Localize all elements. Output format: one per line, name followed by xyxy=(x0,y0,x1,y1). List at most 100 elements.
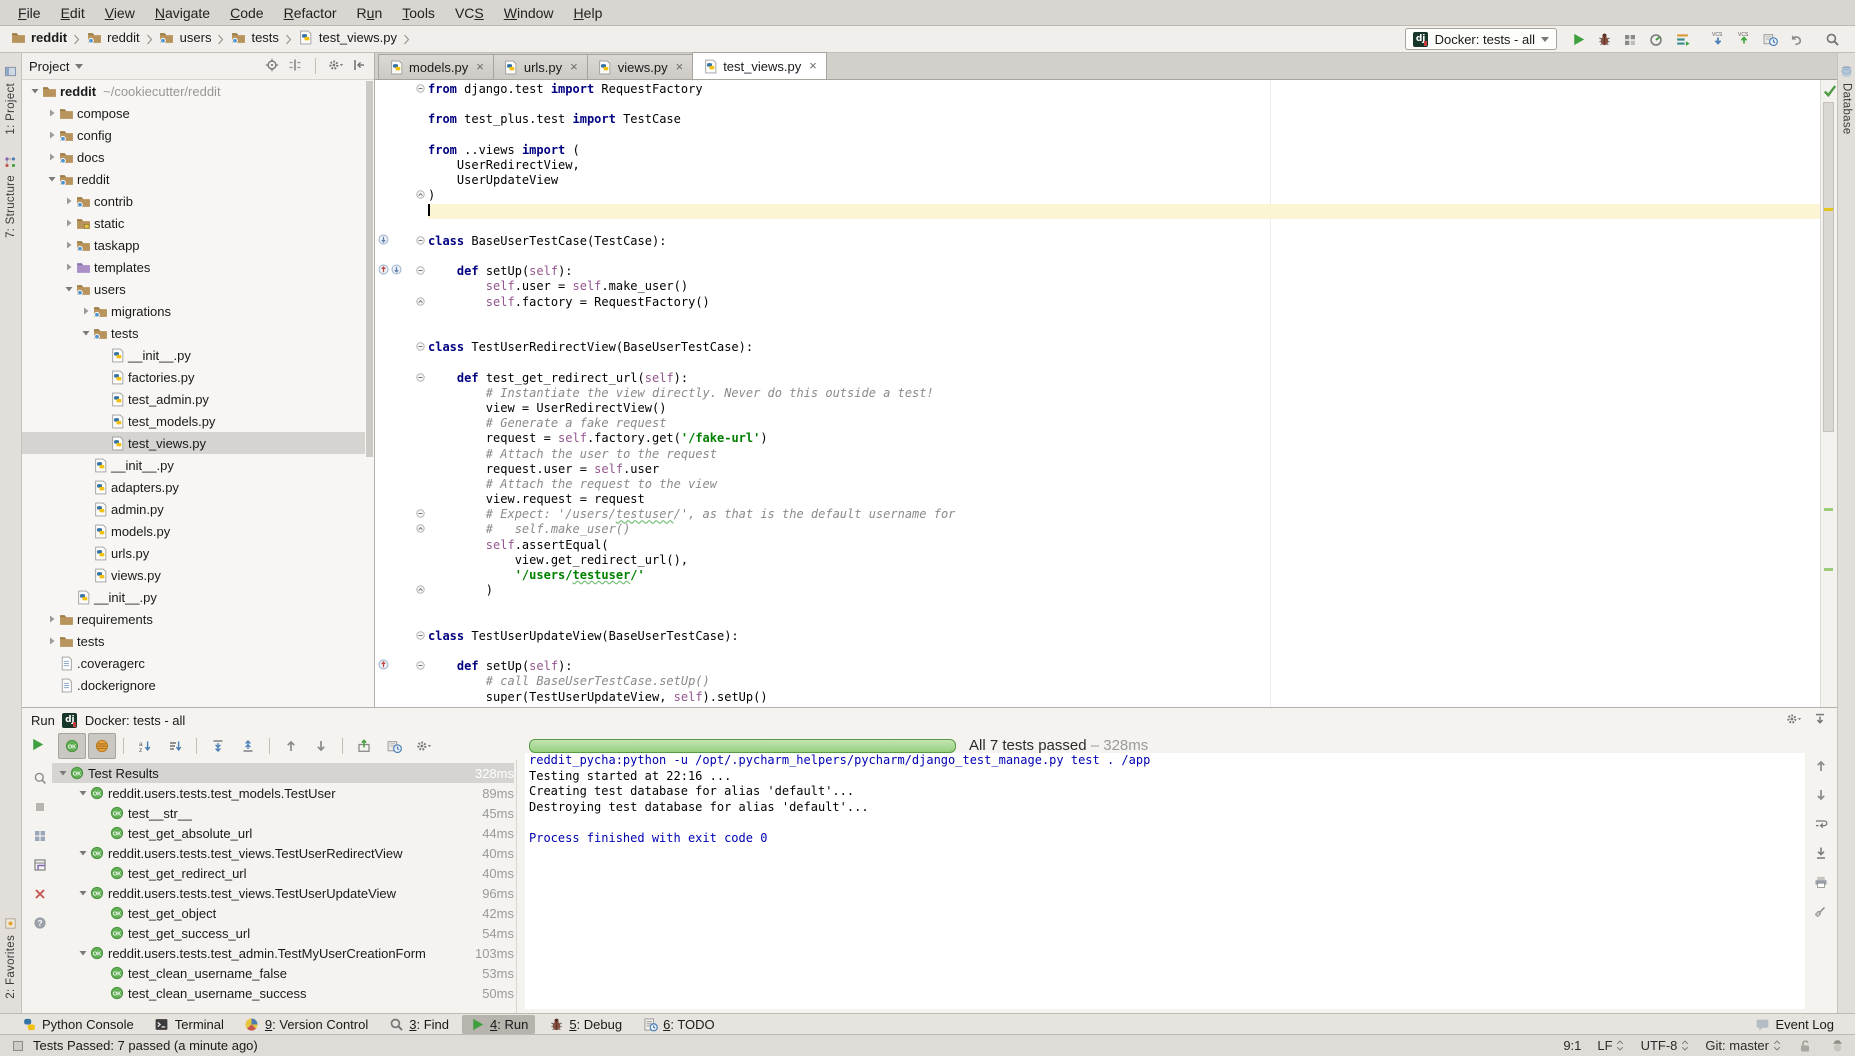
collapse-arrow-icon[interactable] xyxy=(79,328,93,338)
code-line[interactable]: UserRedirectView, xyxy=(375,158,1821,173)
fold-open-icon[interactable] xyxy=(416,629,425,644)
fold-open-icon[interactable] xyxy=(416,264,425,279)
code-line[interactable]: self.assertEqual( xyxy=(375,538,1821,553)
console-output[interactable]: reddit_pycha:python -u /opt/.pycharm_hel… xyxy=(525,753,1805,1009)
menu-window[interactable]: Window xyxy=(494,5,564,21)
code-line[interactable] xyxy=(375,97,1821,112)
tool-button-7-structure[interactable]: 7: Structure xyxy=(3,155,19,238)
expand-arrow-icon[interactable] xyxy=(79,306,93,316)
code-line[interactable] xyxy=(375,325,1821,340)
hide-panel-button[interactable] xyxy=(1812,711,1828,729)
overrides-icon[interactable] xyxy=(378,264,389,279)
test-row-test-get-absolute-url[interactable]: OKtest_get_absolute_url44ms xyxy=(52,823,514,843)
tool-button-2-favorites[interactable]: 2: Favorites xyxy=(3,915,19,999)
tree-item-init-py[interactable]: __init__.py xyxy=(22,586,365,608)
collapse-arrow-icon[interactable] xyxy=(56,768,70,778)
previous-occurrence-button[interactable] xyxy=(1813,758,1829,778)
code-line[interactable]: # Instantiate the view directly. Never d… xyxy=(375,386,1821,401)
run-button[interactable] xyxy=(1565,28,1591,50)
tool-button-1-project[interactable]: 1: Project xyxy=(3,63,19,135)
tree-item-test-models-py[interactable]: test_models.py xyxy=(22,410,365,432)
project-scrollbar[interactable] xyxy=(366,81,373,457)
divider[interactable] xyxy=(516,760,517,1013)
editor-scrollbar[interactable] xyxy=(1820,80,1837,707)
tab-urls-py[interactable]: urls.py× xyxy=(493,54,588,79)
tree-item-factories-py[interactable]: factories.py xyxy=(22,366,365,388)
hide-panel-button[interactable] xyxy=(351,57,367,75)
tree-item-requirements[interactable]: requirements xyxy=(22,608,365,630)
code-line[interactable] xyxy=(375,310,1821,325)
breadcrumb-reddit[interactable]: reddit xyxy=(10,30,67,46)
tree-item-reddit[interactable]: reddit xyxy=(22,168,365,190)
fold-open-icon[interactable] xyxy=(416,82,425,97)
code-line[interactable]: ) xyxy=(375,188,1821,203)
test-row-test-clean-username-success[interactable]: OKtest_clean_username_success50ms xyxy=(52,983,514,1003)
status-lf[interactable]: LF xyxy=(1597,1038,1624,1054)
fold-open-icon[interactable] xyxy=(416,507,425,522)
expand-arrow-icon[interactable] xyxy=(62,196,76,206)
code-line[interactable]: UserUpdateView xyxy=(375,173,1821,188)
code-line[interactable]: # Generate a fake request xyxy=(375,416,1821,431)
show-ignored-button[interactable] xyxy=(88,733,116,759)
previous-failed-test-button[interactable] xyxy=(277,733,305,759)
test-history-button[interactable] xyxy=(380,733,408,759)
warning-stripe-mark[interactable] xyxy=(1824,208,1833,211)
tab-views-py[interactable]: views.py× xyxy=(587,54,693,79)
close-tab-icon[interactable]: × xyxy=(570,62,578,72)
collapse-arrow-icon[interactable] xyxy=(45,174,59,184)
fold-close-icon[interactable] xyxy=(416,295,425,310)
sort-alphabetically-button[interactable]: az xyxy=(131,733,159,759)
next-occurrence-button[interactable] xyxy=(1813,787,1829,807)
tree-item-docs[interactable]: docs xyxy=(22,146,365,168)
menu-run[interactable]: Run xyxy=(347,5,393,21)
print-console-button[interactable] xyxy=(1813,874,1829,894)
code-line[interactable]: def setUp(self): xyxy=(375,264,1821,279)
collapse-arrow-icon[interactable] xyxy=(76,888,90,898)
code-line[interactable]: request.user = self.user xyxy=(375,462,1821,477)
collapse-arrow-icon[interactable] xyxy=(76,848,90,858)
filter-tests-button[interactable] xyxy=(32,770,48,790)
fold-open-icon[interactable] xyxy=(416,659,425,674)
collapse-arrow-icon[interactable] xyxy=(62,284,76,294)
toolwindow-3-find[interactable]: 3: Find xyxy=(381,1015,456,1034)
overrides-icon[interactable] xyxy=(378,659,389,674)
vcs-commit-button[interactable]: VCS xyxy=(1731,27,1757,49)
rerun-tests-button[interactable] xyxy=(29,736,45,757)
expand-arrow-icon[interactable] xyxy=(62,240,76,250)
expand-arrow-icon[interactable] xyxy=(45,614,59,624)
test-row-test-results[interactable]: OKTest Results328ms xyxy=(52,763,514,783)
tab-models-py[interactable]: models.py× xyxy=(378,54,494,79)
code-line[interactable]: def setUp(self): xyxy=(375,659,1821,674)
inspection-ok-icon[interactable] xyxy=(1822,83,1838,99)
close-tab-icon[interactable]: × xyxy=(676,62,684,72)
local-history-button[interactable] xyxy=(1757,28,1783,50)
tree-item-compose[interactable]: compose xyxy=(22,102,365,124)
fold-close-icon[interactable] xyxy=(416,583,425,598)
fold-open-icon[interactable] xyxy=(416,371,425,386)
test-row-reddit-users-tests-test-models-testuser[interactable]: OKreddit.users.tests.test_models.TestUse… xyxy=(52,783,514,803)
debug-button[interactable] xyxy=(1591,28,1617,50)
toolwindow-terminal[interactable]: Terminal xyxy=(147,1015,231,1034)
breadcrumb-tests[interactable]: tests xyxy=(230,30,278,46)
expand-arrow-icon[interactable] xyxy=(45,152,59,162)
code-line[interactable]: # self.make_user() xyxy=(375,522,1821,537)
status-hector[interactable] xyxy=(1829,1038,1845,1054)
status-9-1[interactable]: 9:1 xyxy=(1563,1038,1581,1053)
scrollbar-thumb[interactable] xyxy=(1823,102,1834,432)
tree-item-admin-py[interactable]: admin.py xyxy=(22,498,365,520)
status-git-master[interactable]: Git: master xyxy=(1705,1038,1781,1054)
expand-arrow-icon[interactable] xyxy=(45,130,59,140)
scroll-to-end-button[interactable] xyxy=(1813,845,1829,865)
expand-arrow-icon[interactable] xyxy=(45,636,59,646)
tree-item-reddit[interactable]: reddit~/cookiecutter/reddit xyxy=(22,80,365,102)
code-view[interactable]: from django.test import RequestFactoryfr… xyxy=(375,80,1821,705)
show-passed-button[interactable]: OK xyxy=(58,733,86,759)
tree-item-test-views-py[interactable]: test_views.py xyxy=(22,432,365,454)
settings-button[interactable] xyxy=(1786,711,1802,729)
menu-edit[interactable]: Edit xyxy=(51,5,95,21)
tree-item-adapters-py[interactable]: adapters.py xyxy=(22,476,365,498)
breadcrumb-users[interactable]: users xyxy=(159,30,212,46)
status-utf-8[interactable]: UTF-8 xyxy=(1641,1038,1690,1054)
editor-body[interactable]: from django.test import RequestFactoryfr… xyxy=(375,80,1821,707)
close-tab-icon[interactable]: × xyxy=(809,61,817,71)
